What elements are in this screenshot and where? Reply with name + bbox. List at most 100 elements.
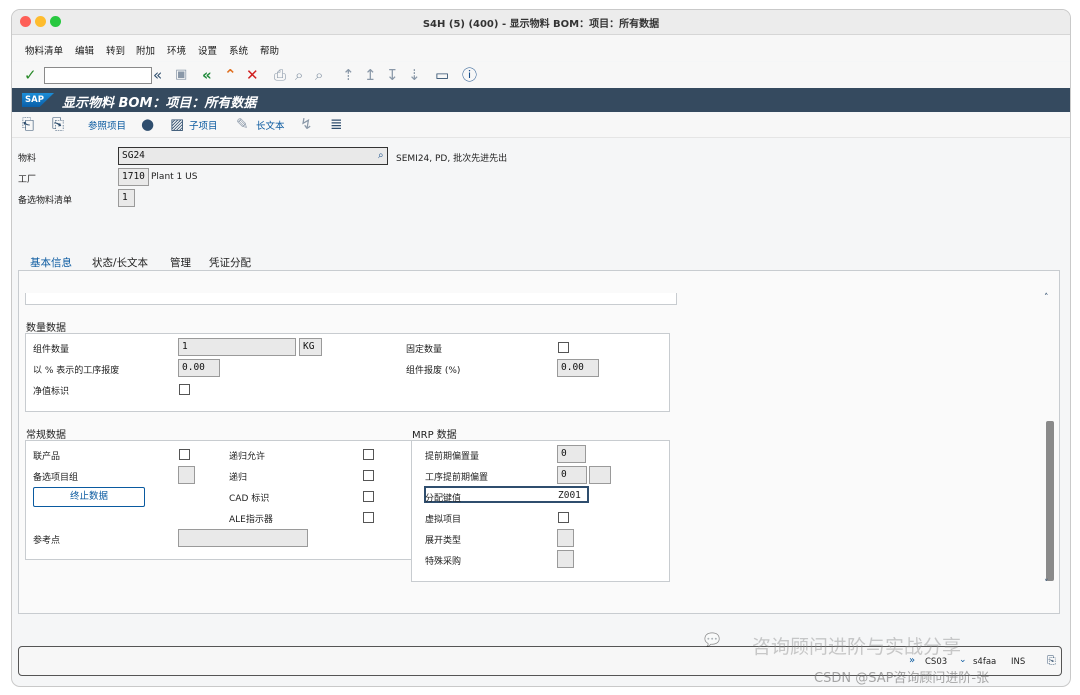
first-page-icon[interactable]: ⇡: [342, 66, 355, 84]
system-toolbar: ✓ « ▣ « ⌃ ✕ ⎙ ⌕ ⌕ ⇡ ↥ ↧ ⇣ ▭ ⓘ: [12, 62, 1070, 89]
menu-bom[interactable]: 物料清单: [25, 43, 63, 57]
op-lead-time-offset-field[interactable]: 0: [557, 466, 587, 484]
fixed-qty-checkbox[interactable]: [558, 342, 569, 353]
recursive-allowed-label: 递归允许: [229, 452, 266, 462]
help-icon[interactable]: ⓘ: [462, 66, 477, 84]
tab-content: 数量数据 组件数量 1 KG 固定数量 以 % 表示的工序报废 0.00 组件报…: [18, 270, 1060, 614]
alt-item-group-label: 备选项目组: [33, 473, 79, 483]
general-section-title: 常规数据: [26, 430, 66, 441]
application-toolbar: ⎗ ⎘ 参照项目 ● ▨ 子项目 ✎ 长文本 ↯ ≣: [12, 113, 1070, 138]
long-text-button[interactable]: 长文本: [256, 118, 285, 132]
last-page-icon[interactable]: ⇣: [408, 66, 421, 84]
net-id-checkbox[interactable]: [179, 384, 190, 395]
find-next-icon[interactable]: ⌕: [315, 66, 323, 84]
alt-bom-field[interactable]: 1: [118, 189, 135, 207]
menu-system[interactable]: 系统: [229, 43, 248, 57]
explosion-type-field[interactable]: [557, 529, 574, 547]
transaction-title-bar: SAP 显示物料 BOM：项目：所有数据: [12, 88, 1070, 112]
quantity-section: 组件数量 1 KG 固定数量 以 % 表示的工序报废 0.00 组件报废 (%)…: [25, 333, 670, 412]
tab-administration[interactable]: 管理: [170, 255, 191, 270]
coproduct-checkbox[interactable]: [179, 449, 190, 460]
ale-indicator-label: ALE指示器: [229, 515, 273, 525]
ale-indicator-checkbox[interactable]: [363, 512, 374, 523]
watermark-title: 咨询顾问进阶与实战分享: [752, 636, 962, 658]
plant-label: 工厂: [18, 175, 37, 185]
save-icon[interactable]: ▣: [175, 66, 187, 84]
hat-icon[interactable]: ●: [141, 115, 154, 133]
menu-extras[interactable]: 附加: [136, 43, 155, 57]
menu-help[interactable]: 帮助: [260, 43, 279, 57]
new-session-icon[interactable]: ▭: [435, 66, 449, 84]
mrp-section: 提前期偏置量 0 工序提前期偏置 0 分配键值 Z001 虚拟项目 展开类型 特…: [411, 440, 670, 582]
list-icon[interactable]: ≣: [330, 115, 343, 133]
lead-time-offset-field[interactable]: 0: [557, 445, 586, 463]
print-icon[interactable]: ⎙: [274, 66, 286, 84]
scroll-down-icon[interactable]: ˅: [1044, 579, 1049, 589]
cad-indicator-label: CAD 标识: [229, 494, 270, 504]
component-qty-label: 组件数量: [33, 345, 70, 355]
wechat-icon: 💬: [704, 633, 721, 648]
cancel-icon[interactable]: ✕: [246, 66, 259, 84]
recursive-allowed-checkbox[interactable]: [363, 449, 374, 460]
previous-page-icon[interactable]: ↥: [364, 66, 377, 84]
exit-icon[interactable]: ⌃: [224, 66, 237, 84]
expand-command-icon[interactable]: «: [153, 66, 162, 84]
menu-environment[interactable]: 环境: [167, 43, 186, 57]
tab-document-assignment[interactable]: 凭证分配: [209, 255, 251, 270]
component-scrap-field[interactable]: 0.00: [557, 359, 599, 377]
end-data-button[interactable]: 终止数据: [33, 487, 145, 507]
special-procurement-field[interactable]: [557, 550, 574, 568]
phantom-item-label: 虚拟项目: [425, 515, 462, 525]
back-icon[interactable]: «: [202, 66, 212, 84]
quantity-section-title: 数量数据: [26, 323, 66, 334]
material-search-icon[interactable]: ⌕: [378, 150, 384, 161]
long-text-icon[interactable]: ✎: [236, 115, 249, 133]
menu-edit[interactable]: 编辑: [75, 43, 94, 57]
material-description: SEMI24, PD, 批次先进先出: [396, 154, 508, 164]
op-lead-time-unit-field[interactable]: [589, 466, 611, 484]
plant-field[interactable]: 1710: [118, 168, 149, 186]
status-insert-mode: INS: [1011, 657, 1026, 667]
image-icon[interactable]: ▨: [170, 115, 184, 133]
tab-status-long-text[interactable]: 状态/长文本: [92, 255, 148, 270]
previous-item-icon[interactable]: ⎗: [22, 115, 34, 133]
material-field[interactable]: SG24: [118, 147, 388, 165]
explosion-type-label: 展开类型: [425, 536, 462, 546]
enter-check-icon[interactable]: ✓: [24, 66, 37, 84]
operation-scrap-field[interactable]: 0.00: [178, 359, 220, 377]
window-title: S4H (5) (400) - 显示物料 BOM：项目：所有数据: [422, 19, 660, 30]
distribution-key-label: 分配键值: [425, 494, 462, 504]
scroll-up-icon[interactable]: ˄: [1044, 293, 1049, 303]
unit-field[interactable]: KG: [299, 338, 322, 356]
plant-description: Plant 1 US: [151, 172, 198, 182]
find-icon[interactable]: ⌕: [295, 66, 303, 84]
mrp-section-title: MRP 数据: [412, 430, 457, 441]
component-qty-field[interactable]: 1: [178, 338, 296, 356]
next-page-icon[interactable]: ↧: [386, 66, 399, 84]
menu-goto[interactable]: 转到: [106, 43, 125, 57]
reference-point-label: 参考点: [33, 536, 61, 546]
special-procurement-label: 特殊采购: [425, 557, 462, 567]
general-section: 联产品 递归允许 备选项目组 递归 终止数据 CAD 标识 ALE指示器 参考点: [25, 440, 412, 560]
menu-settings[interactable]: 设置: [198, 43, 217, 57]
alt-item-group-field[interactable]: [178, 466, 195, 484]
reference-point-field[interactable]: [178, 529, 308, 547]
previous-section-edge: [25, 293, 677, 305]
recursive-checkbox[interactable]: [363, 470, 374, 481]
lead-time-offset-label: 提前期偏置量: [425, 452, 480, 462]
vertical-scrollbar-thumb[interactable]: [1046, 421, 1054, 581]
reference-item-button[interactable]: 参照项目: [88, 118, 126, 132]
watermark-author: CSDN @SAP咨询顾问进阶-张: [814, 671, 990, 686]
menu-bar: 物料清单 编辑 转到 附加 环境 设置 系统 帮助: [12, 35, 1070, 61]
next-item-icon[interactable]: ⎘: [52, 115, 64, 133]
cad-indicator-checkbox[interactable]: [363, 491, 374, 502]
distribution-key-field[interactable]: Z001: [558, 490, 581, 501]
component-scrap-label: 组件报废 (%): [406, 366, 461, 376]
status-log-icon[interactable]: ⎘: [1047, 654, 1056, 668]
op-lead-time-offset-label: 工序提前期偏置: [425, 473, 489, 483]
command-field[interactable]: [44, 67, 152, 84]
transaction-title: 显示物料 BOM：项目：所有数据: [62, 96, 257, 111]
sort-icon[interactable]: ↯: [300, 115, 313, 133]
sub-item-button[interactable]: 子项目: [189, 118, 218, 132]
phantom-item-checkbox[interactable]: [558, 512, 569, 523]
